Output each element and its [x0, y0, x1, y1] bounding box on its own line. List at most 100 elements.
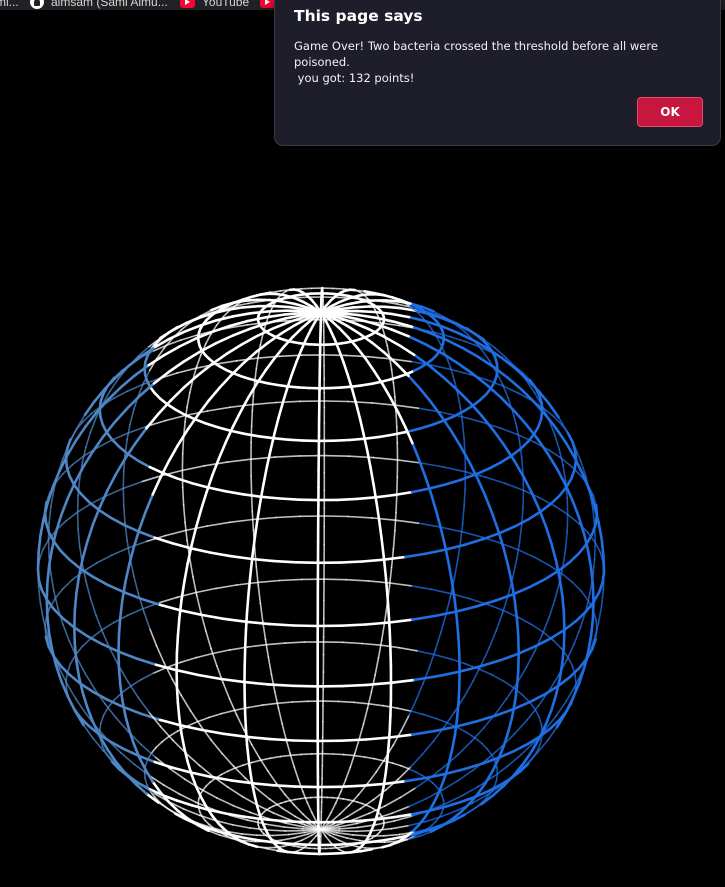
sphere-latitude-line [328, 851, 343, 856]
sphere-latitude-line [370, 380, 383, 386]
sphere-latitude-line [424, 548, 448, 555]
sphere-latitude-line [558, 485, 568, 497]
sphere-longitude-line [215, 314, 235, 322]
sphere-latitude-line [424, 772, 448, 780]
sphere-longitude-line [589, 617, 595, 637]
sphere-longitude-line [591, 583, 595, 604]
sphere-latitude-line [158, 718, 182, 727]
sphere-latitude-line [340, 623, 368, 628]
sphere-longitude-line [547, 402, 560, 419]
sphere-longitude-line [502, 547, 510, 568]
sphere-latitude-line [251, 401, 278, 406]
bookmark-github[interactable]: almsam (Sami Almu... [30, 0, 168, 10]
sphere-latitude-line [491, 674, 505, 683]
sphere-latitude-line [432, 782, 438, 789]
sphere-longitude-line [163, 784, 181, 795]
sphere-latitude-line [431, 419, 446, 426]
sphere-longitude-line [95, 614, 104, 634]
sphere-latitude-line [433, 725, 458, 733]
sphere-longitude-line [351, 305, 371, 309]
sphere-latitude-line [481, 531, 501, 541]
sphere-longitude-line [353, 738, 361, 755]
sphere-longitude-line [328, 328, 337, 341]
sphere-latitude-line [396, 707, 412, 712]
sphere-longitude-line [178, 598, 183, 620]
sphere-longitude-line [362, 707, 369, 725]
sphere-latitude-line [571, 581, 583, 593]
sphere-longitude-line [169, 386, 186, 402]
sphere-latitude-line [245, 620, 272, 626]
sphere-latitude-line [449, 657, 467, 665]
sphere-longitude-line [369, 465, 375, 487]
sphere-latitude-line [512, 700, 532, 711]
sphere-latitude-line [186, 720, 199, 727]
sphere-latitude-line [261, 702, 279, 706]
sphere-longitude-line [400, 714, 410, 732]
sphere-longitude-line [472, 757, 489, 771]
sphere-longitude-line [362, 432, 369, 452]
sphere-longitude-line [415, 682, 424, 701]
sphere-longitude-line [85, 431, 92, 449]
sphere-longitude-line [281, 300, 297, 306]
sphere-longitude-line [91, 506, 101, 526]
sphere-longitude-line [338, 296, 351, 304]
sphere-longitude-line [47, 522, 50, 541]
sphere-longitude-line [338, 826, 359, 830]
sphere-latitude-line [463, 537, 484, 547]
sphere-longitude-line [225, 343, 243, 356]
sphere-latitude-line [360, 558, 386, 563]
bookmark-item[interactable]: mi... [0, 0, 19, 10]
sphere-longitude-line [37, 534, 42, 555]
sphere-latitude-line [140, 672, 154, 681]
bookmark-youtube[interactable]: YouTube [180, 0, 249, 10]
sphere-longitude-line [264, 823, 285, 828]
sphere-longitude-line [469, 330, 486, 341]
sphere-latitude-line [474, 467, 491, 476]
sphere-latitude-line [410, 710, 425, 716]
sphere-latitude-line [449, 335, 467, 343]
sphere-latitude-line [350, 384, 363, 389]
sphere-longitude-line [183, 746, 189, 763]
sphere-latitude-line [176, 367, 197, 374]
sphere-longitude-line [144, 768, 154, 783]
sphere-longitude-line [151, 476, 162, 496]
sphere-longitude-line [440, 325, 460, 335]
sphere-longitude-line [250, 493, 254, 513]
sphere-longitude-line [205, 473, 214, 494]
sphere-longitude-line [258, 482, 265, 504]
sphere-longitude-line [106, 473, 118, 493]
ok-button[interactable]: OK [637, 97, 703, 127]
sphere-latitude-line [382, 555, 407, 561]
sphere-latitude-line [410, 729, 436, 737]
sphere-latitude-line [568, 551, 581, 564]
sphere-longitude-line [293, 803, 304, 815]
sphere-longitude-line [210, 739, 223, 755]
sphere-longitude-line [147, 354, 166, 367]
sphere-longitude-line [239, 395, 251, 413]
sphere-latitude-line [347, 400, 373, 404]
sphere-longitude-line [410, 325, 431, 335]
sphere-latitude-line [332, 438, 351, 443]
sphere-longitude-line [48, 505, 52, 524]
sphere-longitude-line [232, 311, 252, 318]
sphere-longitude-line [211, 457, 221, 477]
sphere-longitude-line [577, 516, 586, 536]
sphere-longitude-line [395, 476, 399, 496]
sphere-longitude-line [439, 774, 447, 789]
sphere-latitude-line [436, 670, 461, 678]
sphere-longitude-line [228, 698, 238, 716]
sphere-longitude-line [267, 770, 278, 785]
sphere-longitude-line [267, 656, 273, 676]
sphere-longitude-line [184, 521, 188, 542]
sphere-latitude-line [332, 753, 345, 756]
sphere-longitude-line [222, 681, 231, 700]
sphere-latitude-line [137, 459, 152, 469]
sphere-latitude-line [300, 287, 313, 290]
sphere-longitude-line [251, 395, 255, 412]
sphere-longitude-line [408, 698, 418, 717]
sphere-longitude-line [240, 833, 258, 837]
sphere-longitude-line [364, 357, 376, 373]
sphere-latitude-line [176, 591, 197, 599]
sphere-longitude-line [566, 430, 576, 447]
sphere-longitude-line [453, 599, 459, 621]
